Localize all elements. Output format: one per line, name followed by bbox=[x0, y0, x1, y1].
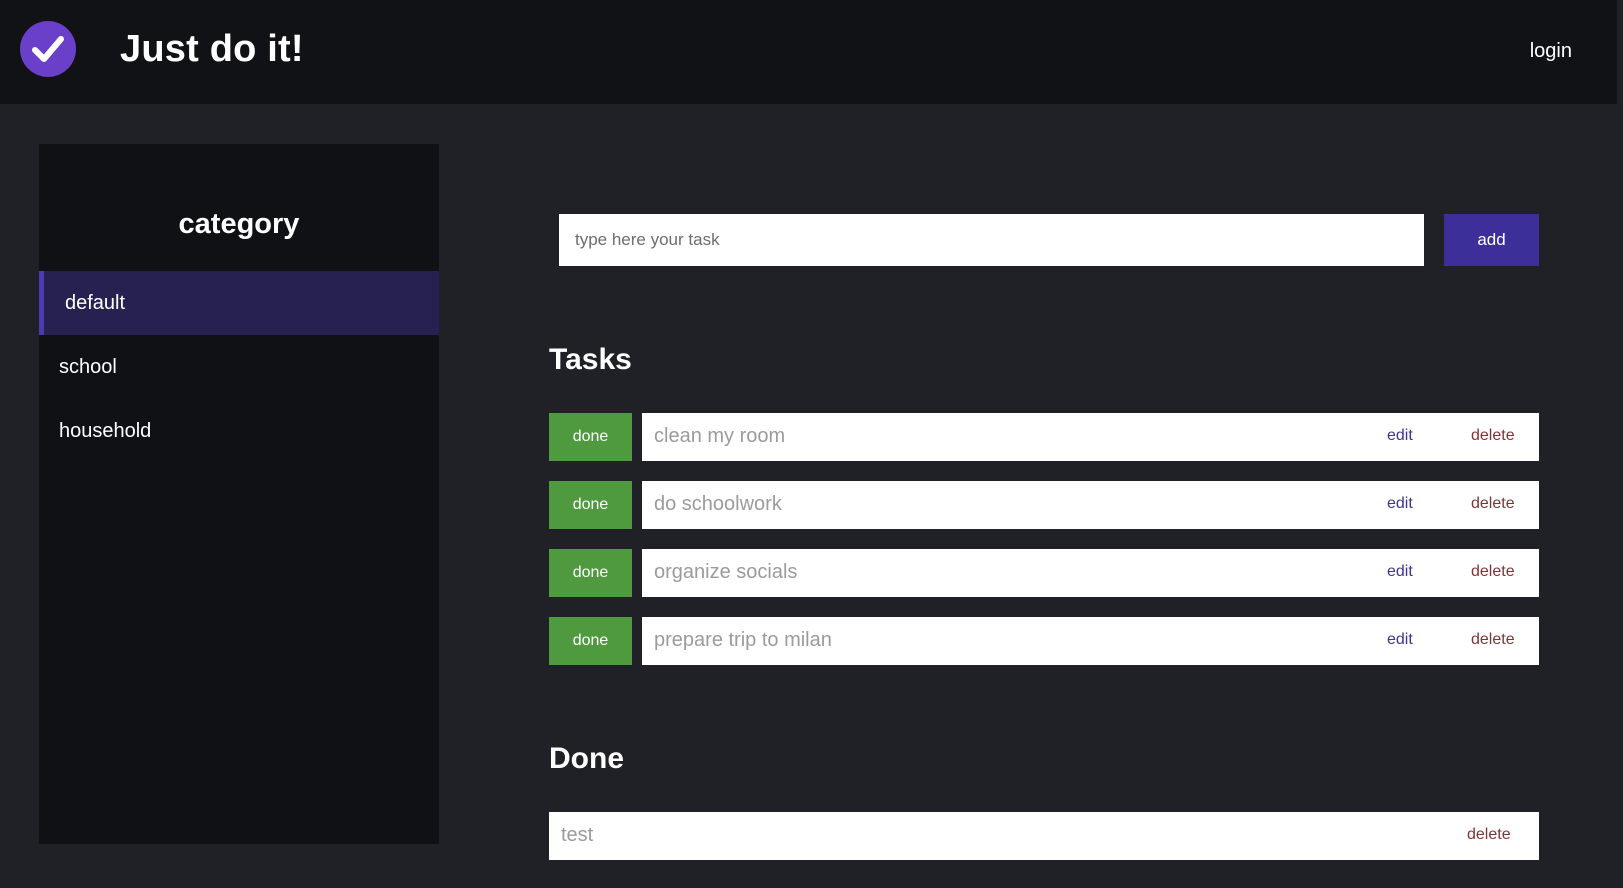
delete-button[interactable]: delete bbox=[1471, 495, 1515, 513]
task-row: done clean my room edit delete bbox=[549, 413, 1539, 461]
edit-button[interactable]: edit bbox=[1387, 495, 1413, 513]
done-list: test delete bbox=[549, 812, 1539, 860]
task-list: done clean my room edit delete done do s… bbox=[549, 413, 1539, 685]
done-button[interactable]: done bbox=[549, 549, 632, 597]
task-row: done prepare trip to milan edit delete bbox=[549, 617, 1539, 665]
new-task-input[interactable] bbox=[559, 214, 1424, 266]
task-text: test bbox=[561, 824, 594, 846]
done-button[interactable]: done bbox=[549, 481, 632, 529]
done-button[interactable]: done bbox=[549, 413, 632, 461]
done-task-item: test delete bbox=[549, 812, 1539, 860]
category-heading: category bbox=[178, 208, 300, 240]
category-sidebar: category default school household bbox=[39, 144, 439, 844]
task-item: do schoolwork edit delete bbox=[642, 481, 1539, 529]
task-text: clean my room bbox=[654, 425, 786, 447]
done-button[interactable]: done bbox=[549, 617, 632, 665]
task-item: prepare trip to milan edit delete bbox=[642, 617, 1539, 665]
delete-button[interactable]: delete bbox=[1467, 826, 1511, 844]
category-item-default[interactable]: default bbox=[39, 271, 439, 335]
category-list: default school household bbox=[39, 271, 439, 463]
task-item: organize socials edit delete bbox=[642, 549, 1539, 597]
category-item-household[interactable]: household bbox=[39, 399, 439, 463]
done-heading: Done bbox=[549, 742, 624, 775]
add-task-button[interactable]: add bbox=[1444, 214, 1539, 266]
task-row: done organize socials edit delete bbox=[549, 549, 1539, 597]
task-row: done do schoolwork edit delete bbox=[549, 481, 1539, 529]
delete-button[interactable]: delete bbox=[1471, 631, 1515, 649]
edit-button[interactable]: edit bbox=[1387, 631, 1413, 649]
login-link[interactable]: login bbox=[1530, 40, 1572, 63]
tasks-heading: Tasks bbox=[549, 343, 632, 376]
task-text: do schoolwork bbox=[654, 493, 782, 515]
edit-button[interactable]: edit bbox=[1387, 563, 1413, 581]
delete-button[interactable]: delete bbox=[1471, 563, 1515, 581]
task-text: prepare trip to milan bbox=[654, 629, 832, 651]
delete-button[interactable]: delete bbox=[1471, 427, 1515, 445]
category-item-school[interactable]: school bbox=[39, 335, 439, 399]
top-bar: Just do it! login bbox=[0, 0, 1617, 104]
app-title: Just do it! bbox=[120, 28, 304, 70]
task-item: clean my room edit delete bbox=[642, 413, 1539, 461]
edit-button[interactable]: edit bbox=[1387, 427, 1413, 445]
check-circle-icon bbox=[20, 21, 76, 77]
task-text: organize socials bbox=[654, 561, 798, 583]
